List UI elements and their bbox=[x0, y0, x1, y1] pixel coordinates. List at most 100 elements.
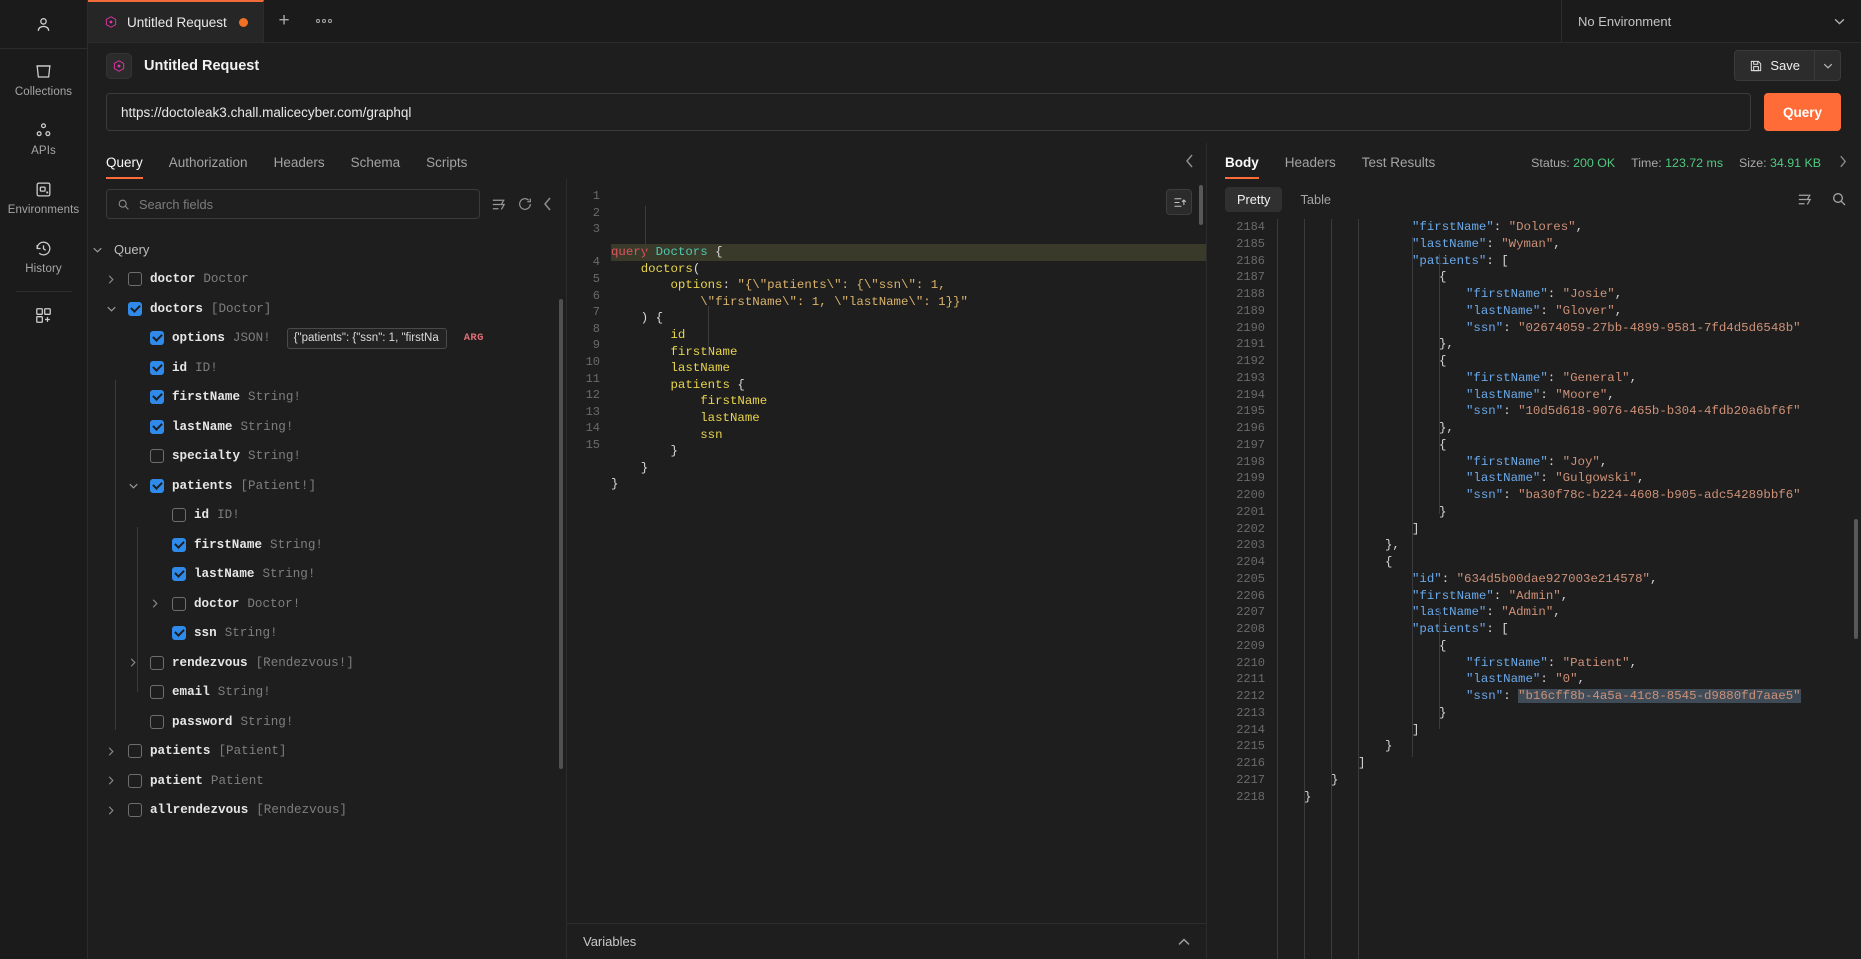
tree-field-row[interactable]: lastName String! bbox=[88, 412, 566, 442]
save-options-button[interactable] bbox=[1815, 50, 1841, 81]
sidebar-item-history[interactable]: History bbox=[0, 226, 87, 285]
collapse-explorer-button[interactable] bbox=[543, 197, 552, 211]
search-fields-input[interactable]: Search fields bbox=[106, 189, 480, 219]
chevron-right-icon[interactable] bbox=[102, 776, 120, 785]
tab-query[interactable]: Query bbox=[106, 155, 156, 179]
wrap-lines-button[interactable] bbox=[1796, 191, 1813, 208]
editor-format-button[interactable] bbox=[1166, 189, 1192, 215]
tab-response-headers[interactable]: Headers bbox=[1272, 155, 1349, 179]
field-checkbox[interactable] bbox=[150, 331, 164, 346]
chevron-up-icon[interactable] bbox=[1178, 935, 1190, 949]
chevron-down-icon[interactable] bbox=[124, 483, 142, 489]
field-checkbox[interactable] bbox=[150, 390, 164, 405]
tree-field-row[interactable]: patients [Patient] bbox=[88, 737, 566, 767]
chevron-down-icon bbox=[1834, 18, 1845, 25]
field-checkbox[interactable] bbox=[150, 655, 164, 670]
tree-field-row[interactable]: ssn String! bbox=[88, 619, 566, 649]
field-checkbox[interactable] bbox=[150, 360, 164, 375]
response-json[interactable]: "firstName": "Dolores", "lastName": "Wyma… bbox=[1277, 219, 1861, 959]
json-token: : bbox=[1547, 655, 1563, 670]
chevron-right-icon[interactable] bbox=[102, 747, 120, 756]
tree-field-row[interactable]: lastName String! bbox=[88, 560, 566, 590]
field-checkbox[interactable] bbox=[172, 626, 186, 641]
field-checkbox[interactable] bbox=[128, 301, 142, 316]
sidebar-item-collections[interactable]: Collections bbox=[0, 49, 87, 108]
chevron-right-icon[interactable] bbox=[146, 599, 164, 608]
tree-field-row[interactable]: password String! bbox=[88, 707, 566, 737]
sidebar-item-add[interactable] bbox=[0, 292, 87, 335]
sidebar-item-environments[interactable]: Environments bbox=[0, 167, 87, 226]
tab-schema[interactable]: Schema bbox=[338, 155, 414, 179]
chevron-down-icon[interactable] bbox=[102, 306, 120, 312]
field-checkbox[interactable] bbox=[172, 567, 186, 582]
query-code-area[interactable]: 1 2 3 4 5 6 7 8 9 10 11 12 13 14 15 query Doctors { do… bbox=[567, 179, 1206, 923]
json-token: } bbox=[1304, 789, 1312, 804]
tree-field-row[interactable]: id ID! bbox=[88, 501, 566, 531]
tab-scripts[interactable]: Scripts bbox=[413, 155, 480, 179]
collapse-request-pane-button[interactable] bbox=[1185, 154, 1194, 179]
environment-selector[interactable]: No Environment bbox=[1561, 0, 1861, 42]
chevron-right-icon[interactable] bbox=[124, 658, 142, 667]
chevron-right-icon[interactable] bbox=[102, 806, 120, 815]
new-tab-button[interactable]: + bbox=[264, 0, 304, 42]
tree-field-row[interactable]: allrendezvous [Rendezvous] bbox=[88, 796, 566, 826]
tab-more-button[interactable] bbox=[304, 0, 344, 42]
tree-field-row[interactable]: patient Patient bbox=[88, 766, 566, 796]
tree-field-row[interactable]: email String! bbox=[88, 678, 566, 708]
search-icon bbox=[118, 199, 129, 210]
view-mode-pretty[interactable]: Pretty bbox=[1225, 186, 1283, 212]
tree-field-row[interactable]: options JSON! {"patients": {"ssn": 1, "fir… bbox=[88, 324, 566, 354]
json-token: } bbox=[1439, 705, 1447, 720]
view-mode-table[interactable]: Table bbox=[1288, 187, 1343, 212]
variables-bar[interactable]: Variables bbox=[567, 923, 1206, 959]
tree-field-row[interactable]: doctor Doctor! bbox=[88, 589, 566, 619]
save-button[interactable]: Save bbox=[1734, 50, 1815, 81]
field-checkbox[interactable] bbox=[172, 537, 186, 552]
field-checkbox[interactable] bbox=[128, 272, 142, 287]
tab-body[interactable]: Body bbox=[1225, 155, 1272, 179]
tree-field-row[interactable]: specialty String! bbox=[88, 442, 566, 472]
field-checkbox[interactable] bbox=[172, 596, 186, 611]
tree-group-query[interactable]: Query bbox=[88, 235, 566, 265]
tree-field-row[interactable]: id ID! bbox=[88, 353, 566, 383]
field-checkbox[interactable] bbox=[150, 419, 164, 434]
explorer-scrollbar[interactable] bbox=[559, 299, 563, 769]
tab-authorization[interactable]: Authorization bbox=[156, 155, 261, 179]
sidebar-item-apis[interactable]: APIs bbox=[0, 108, 87, 167]
chevron-right-icon[interactable] bbox=[102, 275, 120, 284]
expand-meta-button[interactable] bbox=[1839, 155, 1847, 171]
tree-field-row[interactable]: rendezvous [Rendezvous!] bbox=[88, 648, 566, 678]
argument-value-input[interactable]: {"patients": {"ssn": 1, "firstNa bbox=[286, 327, 447, 349]
field-checkbox[interactable] bbox=[128, 744, 142, 759]
chevron-down-icon[interactable] bbox=[88, 247, 106, 253]
tab-test-results[interactable]: Test Results bbox=[1349, 155, 1449, 179]
sort-fields-button[interactable] bbox=[490, 196, 507, 213]
user-avatar[interactable] bbox=[0, 0, 87, 49]
search-response-button[interactable] bbox=[1831, 191, 1847, 207]
field-checkbox[interactable] bbox=[150, 714, 164, 729]
tree-field-row[interactable]: doctors [Doctor] bbox=[88, 294, 566, 324]
url-input[interactable]: https://doctoleak3.chall.malicecyber.com… bbox=[106, 93, 1751, 131]
editor-line-number: 5 bbox=[592, 271, 600, 286]
tree-field-row[interactable]: firstName String! bbox=[88, 530, 566, 560]
field-checkbox[interactable] bbox=[128, 773, 142, 788]
field-checkbox[interactable] bbox=[150, 449, 164, 464]
field-checkbox[interactable] bbox=[150, 685, 164, 700]
editor-scrollbar[interactable] bbox=[1199, 185, 1203, 225]
editor-code-lines[interactable]: query Doctors { doctors( options: "{\"pa… bbox=[611, 188, 1206, 923]
tree-field-row[interactable]: patients [Patient!] bbox=[88, 471, 566, 501]
tree-field-row[interactable]: doctor Doctor bbox=[88, 265, 566, 295]
request-tab[interactable]: Untitled Request bbox=[88, 0, 264, 42]
response-scrollbar[interactable] bbox=[1854, 519, 1858, 639]
field-checkbox[interactable] bbox=[150, 478, 164, 493]
tree-field-row[interactable]: firstName String! bbox=[88, 383, 566, 413]
field-checkbox[interactable] bbox=[128, 803, 142, 818]
refresh-schema-button[interactable] bbox=[517, 196, 533, 212]
response-body[interactable]: 2184 2185 2186 2187 2188 2189 2190 2191 2192 2193… bbox=[1207, 219, 1861, 959]
json-token: "firstName" bbox=[1466, 454, 1548, 469]
tab-headers[interactable]: Headers bbox=[261, 155, 338, 179]
send-query-button[interactable]: Query bbox=[1764, 93, 1841, 131]
field-checkbox[interactable] bbox=[172, 508, 186, 523]
code-token: id bbox=[670, 327, 686, 342]
